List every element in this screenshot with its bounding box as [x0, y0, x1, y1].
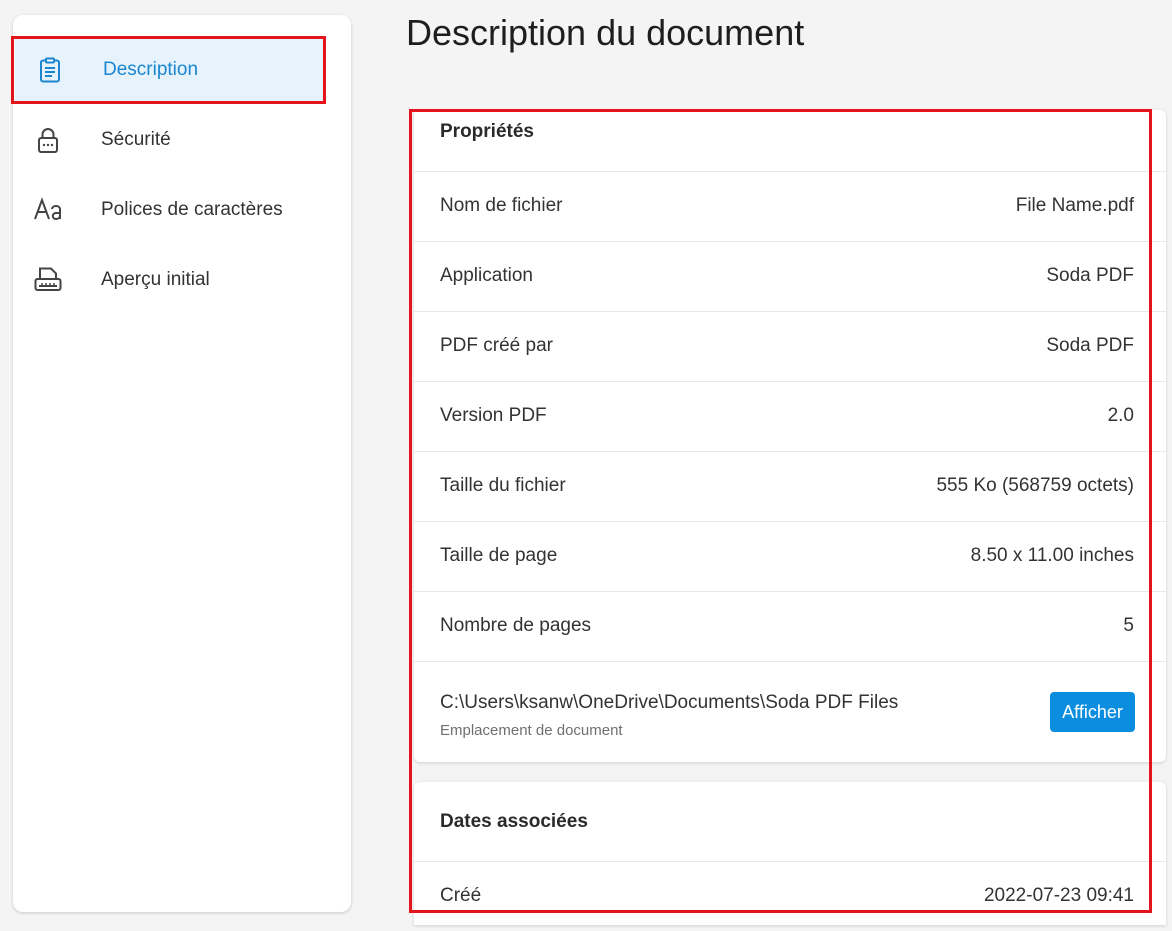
property-row: Version PDF 2.0	[414, 381, 1166, 451]
document-location-caption: Emplacement de document	[440, 722, 623, 739]
property-value: 2.0	[1107, 405, 1134, 426]
dates-header: Dates associées	[440, 811, 588, 832]
sidebar-item-polices[interactable]: Polices de caractères	[13, 178, 351, 242]
property-key: Version PDF	[440, 405, 547, 426]
printer-icon	[33, 265, 63, 295]
date-row: Créé 2022-07-23 09:41	[414, 861, 1166, 931]
property-row: Nombre de pages 5	[414, 591, 1166, 661]
property-key: Taille du fichier	[440, 475, 566, 496]
sidebar-item-label: Description	[103, 59, 199, 80]
property-key: Nom de fichier	[440, 195, 563, 216]
property-value: 5	[1123, 615, 1134, 636]
property-row: PDF créé par Soda PDF	[414, 311, 1166, 381]
properties-card: Propriétés Nom de fichier File Name.pdf …	[414, 110, 1166, 762]
property-row: Nom de fichier File Name.pdf	[414, 171, 1166, 241]
sidebar-item-label: Polices de caractères	[101, 199, 283, 220]
property-value: Soda PDF	[1046, 265, 1134, 286]
property-key: Taille de page	[440, 545, 558, 566]
sidebar-item-securite[interactable]: Sécurité	[13, 108, 351, 172]
page-title: Description du document	[406, 12, 805, 53]
document-location-path: C:\Users\ksanw\OneDrive\Documents\Soda P…	[440, 692, 899, 713]
property-row: Application Soda PDF	[414, 241, 1166, 311]
property-value: Soda PDF	[1046, 335, 1134, 356]
date-key: Créé	[440, 885, 482, 906]
date-value: 2022-07-23 09:41	[983, 885, 1134, 906]
sidebar-item-label: Aperçu initial	[101, 269, 210, 290]
property-key: Nombre de pages	[440, 615, 592, 636]
lock-icon	[33, 125, 63, 155]
properties-header: Propriétés	[440, 121, 534, 142]
property-row: Taille du fichier 555 Ko (568759 octets)	[414, 451, 1166, 521]
property-value: 555 Ko (568759 octets)	[936, 475, 1134, 496]
sidebar-item-apercu[interactable]: Aperçu initial	[13, 248, 351, 312]
font-icon	[33, 195, 63, 225]
sidebar-item-label: Sécurité	[101, 129, 171, 150]
property-row: Taille de page 8.50 x 11.00 inches	[414, 521, 1166, 591]
dates-card: Dates associées Créé 2022-07-23 09:41	[414, 782, 1166, 925]
clipboard-icon	[35, 55, 65, 85]
property-key: PDF créé par	[440, 335, 553, 356]
sidebar: Description Sécurité Polices de caractèr…	[13, 15, 351, 912]
property-key: Application	[440, 265, 533, 286]
sidebar-item-description[interactable]: Description	[15, 38, 323, 102]
property-value: File Name.pdf	[1015, 195, 1134, 216]
location-row: C:\Users\ksanw\OneDrive\Documents\Soda P…	[414, 661, 1166, 762]
property-value: 8.50 x 11.00 inches	[970, 545, 1134, 566]
afficher-button[interactable]: Afficher	[1050, 692, 1135, 732]
